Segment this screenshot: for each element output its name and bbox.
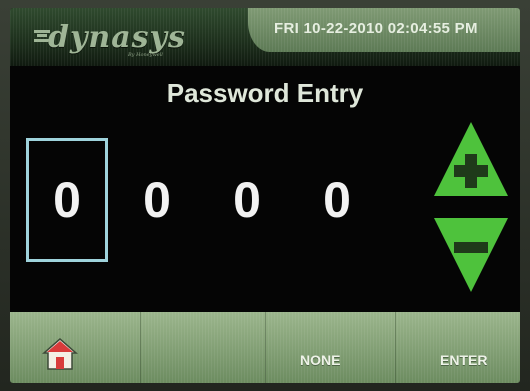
brand-logo-subtitle: By Honeywell — [128, 52, 163, 58]
home-button[interactable] — [38, 334, 82, 374]
password-digit-4[interactable]: 0 — [296, 138, 378, 262]
plus-icon — [434, 122, 508, 196]
touch-screen: dynasys By Honeywell FRI 10-22-2010 02:0… — [10, 8, 520, 383]
page-title: Password Entry — [166, 78, 364, 108]
minus-icon — [434, 218, 508, 292]
footer-divider — [265, 312, 266, 383]
enter-button[interactable]: ENTER — [440, 352, 487, 368]
password-digit-1[interactable]: 0 — [26, 138, 108, 262]
datetime-display: FRI 10-22-2010 02:04:55 PM — [274, 20, 478, 37]
home-icon — [42, 338, 78, 370]
increment-button[interactable] — [434, 122, 508, 202]
footer-bar: NONE ENTER — [10, 312, 520, 383]
password-digit-3[interactable]: 0 — [206, 138, 288, 262]
footer-divider — [395, 312, 396, 383]
brand-logo: dynasys — [48, 20, 186, 55]
password-digit-2[interactable]: 0 — [116, 138, 198, 262]
header-bar: dynasys By Honeywell FRI 10-22-2010 02:0… — [10, 8, 520, 66]
footer-divider — [140, 312, 141, 383]
decrement-button[interactable] — [434, 218, 508, 298]
none-button[interactable]: NONE — [300, 352, 340, 368]
